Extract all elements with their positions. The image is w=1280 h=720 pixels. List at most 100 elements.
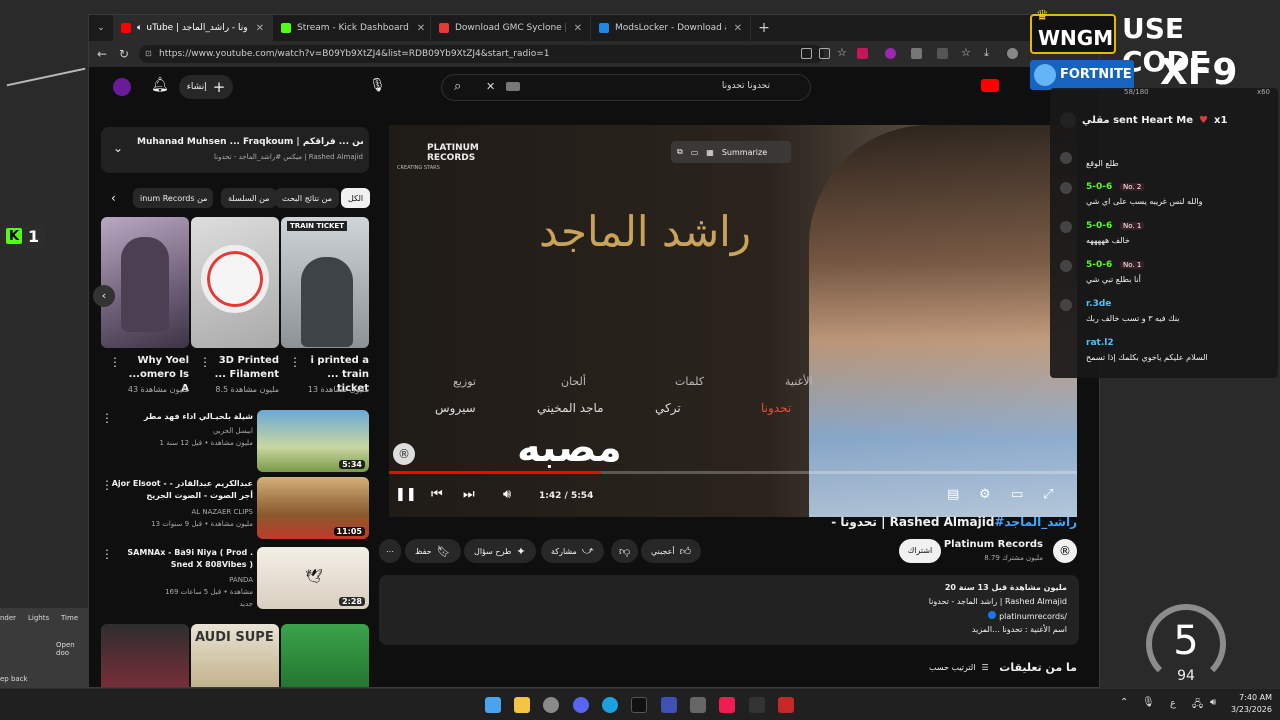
- pause-icon[interactable]: ❚❚: [395, 487, 417, 502]
- side-label: nder: [0, 614, 17, 622]
- save-button[interactable]: حفظ 🔖︎: [405, 539, 461, 563]
- short-thumbnail-3[interactable]: TRAIN TICKET: [281, 217, 369, 348]
- network-icon[interactable]: 🖧︎: [1192, 697, 1203, 714]
- tab-kick[interactable]: Stream - Kick Dashboard ✕: [273, 15, 431, 41]
- reader-icon[interactable]: [801, 48, 812, 59]
- chevron-left-icon[interactable]: ‹: [93, 285, 115, 307]
- dislike-button[interactable]: 👎︎: [611, 539, 639, 563]
- extension-red-icon[interactable]: [857, 48, 868, 59]
- favorites-icon[interactable]: ☆: [961, 46, 972, 59]
- summarize-button[interactable]: Summarize: [722, 148, 767, 157]
- extension-purple-icon[interactable]: [885, 48, 896, 59]
- language-indicator[interactable]: ع: [1170, 698, 1176, 709]
- tab-youtube[interactable]: 🔈︎ uTube | تحدونا - راشد_الماجد# ✕: [113, 15, 273, 41]
- video-hashtag[interactable]: #راشد_الماجد: [994, 515, 1077, 529]
- progress-bar[interactable]: [389, 471, 1077, 474]
- close-icon[interactable]: ✕: [566, 23, 582, 34]
- more-actions-button[interactable]: ⋯: [379, 539, 401, 563]
- chip-from-series[interactable]: من السلسلة: [221, 188, 277, 208]
- chip-all[interactable]: الكل: [341, 188, 371, 208]
- clock-date[interactable]: 3/23/2026: [1222, 705, 1272, 714]
- keyboard-icon[interactable]: [506, 82, 520, 91]
- clock-time[interactable]: 7:40 AM: [1232, 693, 1272, 702]
- avatar[interactable]: [113, 78, 131, 96]
- progress-fill: [389, 471, 601, 474]
- next-icon[interactable]: ⏭︎: [463, 487, 475, 502]
- tab-list-button[interactable]: ⌄: [89, 15, 113, 41]
- clear-search-icon[interactable]: ✕: [486, 80, 495, 93]
- reload-icon[interactable]: ↻: [119, 47, 129, 61]
- capcut-icon[interactable]: [749, 697, 765, 713]
- cast-icon[interactable]: ▭: [691, 148, 699, 157]
- star-icon[interactable]: ☆: [837, 46, 848, 59]
- back-icon[interactable]: ←: [97, 47, 107, 61]
- close-icon[interactable]: ✕: [248, 23, 264, 34]
- microphone-icon[interactable]: 🎙︎: [1142, 697, 1155, 708]
- youtube-logo-icon[interactable]: [981, 79, 999, 92]
- close-icon[interactable]: ✕: [409, 23, 425, 34]
- short-title-2[interactable]: 3D Printed ... Filament: [209, 354, 279, 382]
- tab-modslocker[interactable]: ModsLocker - Download asw-gmc ✕: [591, 15, 751, 41]
- close-icon[interactable]: ✕: [726, 23, 742, 34]
- start-icon[interactable]: [485, 697, 501, 713]
- related-thumbnail[interactable]: 11:05: [257, 477, 369, 539]
- edge-icon[interactable]: [602, 697, 618, 713]
- url-field[interactable]: ⊡ https://www.youtube.com/watch?v=B09Yb9…: [139, 45, 824, 63]
- channel-watermark-icon[interactable]: ®: [393, 443, 415, 465]
- short-thumbnail-2[interactable]: [191, 217, 279, 348]
- tiktok-studio-icon[interactable]: [719, 697, 735, 713]
- related-thumbnail[interactable]: 🕊︎ 2:28: [257, 547, 369, 609]
- description-box[interactable]: 20 مليون مشاهدة قبل 13 سنة راشد الماجد -…: [379, 575, 1079, 645]
- bell-icon[interactable]: 🔔︎: [151, 77, 169, 93]
- file-explorer-icon[interactable]: [514, 697, 530, 713]
- microphone-icon[interactable]: 🎙︎: [369, 78, 386, 93]
- chevron-down-icon[interactable]: ⌄: [113, 141, 123, 155]
- description-link[interactable]: platinumrecords/: [988, 611, 1067, 621]
- now-playing-panel[interactable]: ⌄ Muhanad Muhsen ... Fraqkoum | الحالي: …: [101, 127, 369, 173]
- volume-icon[interactable]: 🔊︎: [503, 487, 511, 502]
- chip-from-search[interactable]: من نتائج البحث: [275, 188, 340, 208]
- share-button[interactable]: مشاركة ⤻: [541, 539, 604, 563]
- chip-inum-records[interactable]: inum Records من: [133, 188, 213, 208]
- app-icon[interactable]: [690, 697, 706, 713]
- theater-mode-icon[interactable]: ▭: [1011, 487, 1023, 502]
- discord-icon[interactable]: [573, 697, 589, 713]
- chevron-left-icon[interactable]: ‹: [111, 191, 116, 205]
- previous-icon[interactable]: ⏮︎: [431, 487, 443, 502]
- create-button[interactable]: إنشاء +: [179, 75, 233, 99]
- app-icon[interactable]: [661, 697, 677, 713]
- search-input[interactable]: تحدونا تحدونا: [722, 81, 770, 91]
- like-button[interactable]: أعجبني 👍︎: [641, 539, 702, 563]
- ask-button[interactable]: طرح سؤال ✦: [464, 539, 536, 563]
- short-thumbnail-1[interactable]: [101, 217, 189, 348]
- promo-banner: USE CODE ♛ WNGM FORTNITE XF9: [1030, 6, 1280, 93]
- chat-message: طلع الوقع: [1060, 152, 1270, 176]
- video-player[interactable]: PLATINUM RECORDS CREATING STARS ⧉ ▭ ▦ Su…: [389, 125, 1077, 517]
- settings-icon[interactable]: [543, 697, 559, 713]
- profile-icon[interactable]: [1007, 48, 1018, 59]
- bottom-thumbnail[interactable]: [281, 624, 369, 687]
- tiktok-icon[interactable]: [631, 697, 647, 713]
- translate-icon[interactable]: [819, 48, 830, 59]
- chevron-up-icon[interactable]: ⌃: [1120, 697, 1128, 708]
- app-icon[interactable]: [778, 697, 794, 713]
- search-icon[interactable]: ⌕: [454, 79, 461, 94]
- bottom-thumbnail[interactable]: AUDI SUPE: [191, 624, 279, 687]
- fullscreen-icon[interactable]: ⤢: [1043, 487, 1053, 502]
- sort-button[interactable]: الترتيب حسب ☰: [929, 663, 989, 672]
- volume-icon[interactable]: 🔊︎: [1210, 697, 1216, 708]
- new-tab-button[interactable]: +: [751, 20, 777, 36]
- avatar: [1060, 112, 1076, 128]
- chat-message: r.3de بنك فيه ٣ و تسب خالف ربك: [1060, 299, 1270, 333]
- tab-gmc[interactable]: Download GMC Syclone | Assetto ✕: [431, 15, 591, 41]
- download-icon[interactable]: ⤓: [984, 46, 995, 59]
- settings-icon[interactable]: ⚙︎: [979, 487, 991, 502]
- subtitles-icon[interactable]: ▤: [947, 487, 959, 502]
- subscribe-button[interactable]: اشتراك: [899, 539, 941, 563]
- extension-gray-icon[interactable]: [911, 48, 922, 59]
- related-thumbnail[interactable]: 5:34: [257, 410, 369, 472]
- channel-avatar[interactable]: ®: [1053, 539, 1077, 563]
- extension-dark-icon[interactable]: [937, 48, 948, 59]
- bottom-thumbnail[interactable]: [101, 624, 189, 687]
- miniplayer-icon[interactable]: ⧉: [677, 147, 683, 157]
